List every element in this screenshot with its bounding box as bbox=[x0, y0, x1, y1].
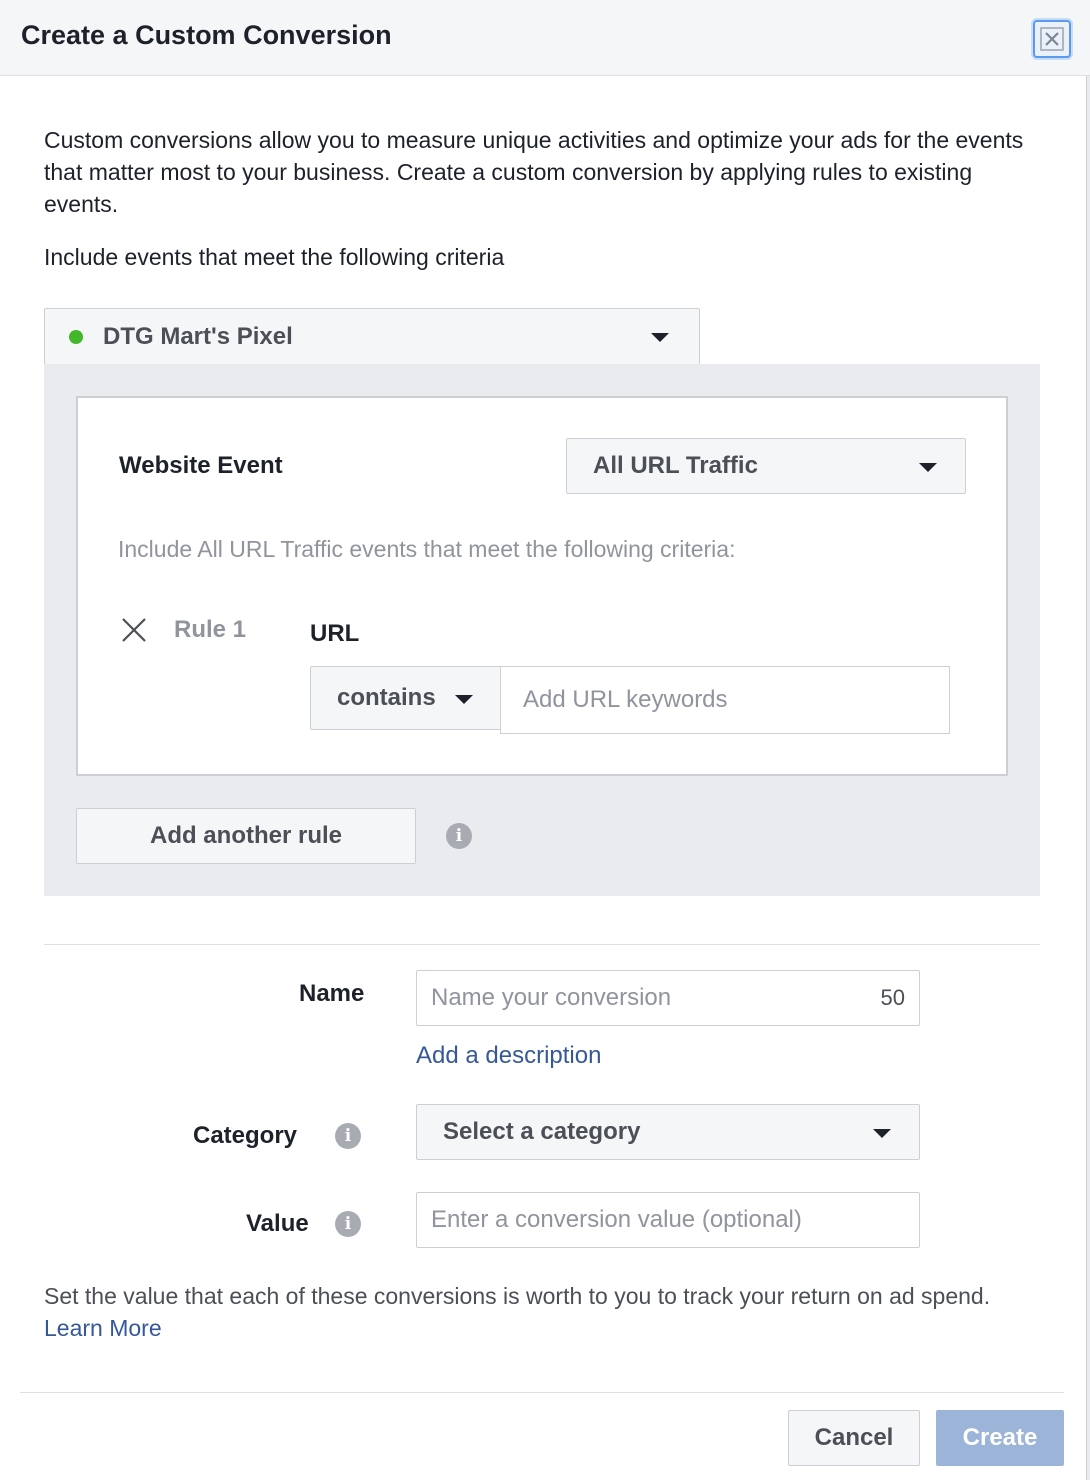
intro-text: Custom conversions allow you to measure … bbox=[44, 127, 1024, 217]
value-note-text: Set the value that each of these convers… bbox=[44, 1283, 991, 1309]
info-icon[interactable]: i bbox=[335, 1211, 361, 1237]
chevron-down-icon bbox=[873, 1129, 891, 1138]
chevron-down-icon bbox=[455, 695, 473, 704]
rule-operator-selected: contains bbox=[337, 684, 436, 711]
website-event-selected: All URL Traffic bbox=[593, 452, 758, 479]
value-label: Value bbox=[246, 1210, 309, 1237]
close-icon bbox=[1040, 27, 1064, 51]
category-dropdown[interactable]: Select a category bbox=[416, 1104, 920, 1160]
include-criteria-text: Include All URL Traffic events that meet… bbox=[118, 536, 736, 562]
dialog-title: Create a Custom Conversion bbox=[21, 20, 392, 50]
dialog-scrollbar[interactable] bbox=[1086, 76, 1090, 1480]
dialog-header: Create a Custom Conversion bbox=[0, 0, 1090, 76]
category-selected: Select a category bbox=[443, 1118, 641, 1145]
learn-more-link[interactable]: Learn More bbox=[44, 1315, 162, 1341]
footer-divider bbox=[20, 1392, 1064, 1393]
name-char-count: 50 bbox=[880, 985, 905, 1010]
pixel-selected-label: DTG Mart's Pixel bbox=[103, 322, 293, 350]
close-button[interactable] bbox=[1033, 20, 1071, 58]
criteria-label: Include events that meet the following c… bbox=[44, 244, 505, 270]
rule-label: Rule 1 bbox=[174, 616, 247, 643]
chevron-down-icon bbox=[919, 463, 937, 472]
name-input[interactable]: Name your conversion 50 bbox=[416, 970, 920, 1026]
url-keywords-input[interactable]: Add URL keywords bbox=[500, 666, 950, 734]
create-button[interactable]: Create bbox=[936, 1410, 1064, 1466]
cancel-button[interactable]: Cancel bbox=[788, 1410, 920, 1466]
website-event-dropdown[interactable]: All URL Traffic bbox=[566, 438, 966, 494]
section-divider bbox=[44, 944, 1040, 945]
pixel-dropdown[interactable]: DTG Mart's Pixel bbox=[44, 308, 700, 364]
website-event-label: Website Event bbox=[119, 452, 283, 479]
value-note: Set the value that each of these convers… bbox=[44, 1280, 1044, 1344]
info-icon[interactable]: i bbox=[446, 823, 472, 849]
name-label: Name bbox=[299, 980, 365, 1007]
info-icon[interactable]: i bbox=[335, 1123, 361, 1149]
conversion-value-input[interactable]: Enter a conversion value (optional) bbox=[416, 1192, 920, 1248]
rule-operator-dropdown[interactable]: contains bbox=[310, 666, 502, 730]
add-description-link[interactable]: Add a description bbox=[416, 1042, 601, 1070]
chevron-down-icon bbox=[651, 333, 669, 342]
remove-rule-icon[interactable] bbox=[120, 616, 148, 644]
name-placeholder: Name your conversion bbox=[431, 984, 672, 1011]
rule-field-label: URL bbox=[310, 620, 360, 647]
add-another-rule-button[interactable]: Add another rule bbox=[76, 808, 416, 864]
category-label: Category bbox=[193, 1122, 298, 1149]
pixel-status-dot bbox=[69, 329, 83, 344]
